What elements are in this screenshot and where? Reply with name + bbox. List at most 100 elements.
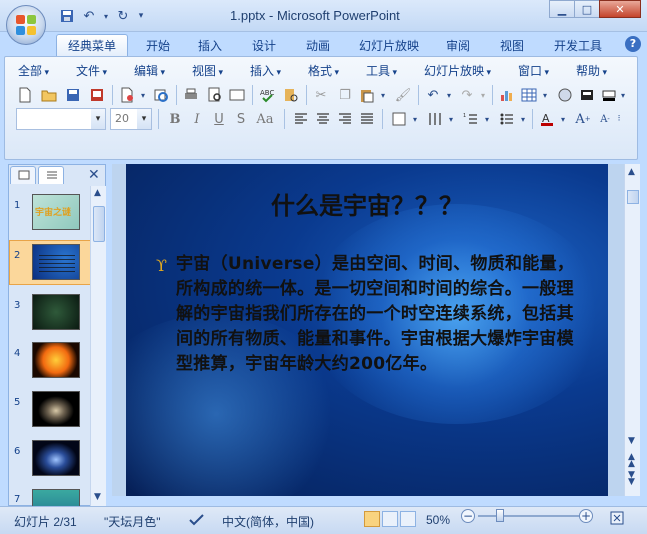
normal-view-button[interactable] [364, 511, 380, 527]
layout-icon[interactable] [226, 84, 248, 106]
undo-icon[interactable]: ↶ [80, 7, 98, 25]
language-status[interactable]: 中文(简体，中国) [222, 513, 314, 530]
paste-icon[interactable] [356, 84, 378, 106]
menu-tools[interactable]: 工具 [366, 62, 397, 79]
slide-thumbnail-3[interactable] [32, 294, 80, 330]
slide-thumbnail-6[interactable] [32, 440, 80, 476]
email-dropdown-icon[interactable]: ▾ [138, 84, 148, 106]
undo-toolbar-dropdown-icon[interactable]: ▾ [444, 84, 454, 106]
insert-table-icon[interactable] [518, 84, 540, 106]
align-right-icon[interactable] [334, 108, 356, 130]
text-direction-dropdown-icon[interactable]: ▾ [410, 108, 420, 130]
minimize-button[interactable]: ▁ [549, 0, 575, 18]
menu-format[interactable]: 格式 [308, 62, 339, 79]
print-icon[interactable] [180, 84, 202, 106]
slide-thumbnail-2[interactable] [32, 244, 80, 280]
menu-file[interactable]: 文件 [76, 62, 107, 79]
columns-dropdown-icon[interactable]: ▾ [446, 108, 456, 130]
scroll-down-icon[interactable]: ▼ [628, 436, 635, 446]
tab-design[interactable]: 设计 [244, 34, 284, 56]
tab-classic-menu[interactable]: 经典菜单 [56, 34, 128, 56]
slide-canvas[interactable]: 什么是宇宙？？？ ϒ 宇宙（Universe）是由空间、时间、物质和能量，所构成… [126, 164, 608, 496]
print-preview-icon[interactable] [204, 84, 226, 106]
zoom-level[interactable]: 50% [426, 513, 450, 527]
redo-icon[interactable]: ↻ [114, 7, 132, 25]
menu-view[interactable]: 视图 [192, 62, 223, 79]
align-center-icon[interactable] [312, 108, 334, 130]
help-icon[interactable]: ? [625, 36, 641, 52]
zoom-in-button[interactable]: + [579, 509, 593, 523]
menu-help[interactable]: 帮助 [576, 62, 607, 79]
slideshow-view-button[interactable] [400, 511, 416, 527]
numbering-icon[interactable]: 1 [460, 108, 482, 130]
font-name-combo[interactable]: ▾ [16, 108, 106, 130]
tab-home[interactable]: 开始 [138, 34, 178, 56]
decrease-font-icon[interactable]: A- [594, 108, 616, 130]
outline-tab[interactable] [38, 166, 64, 184]
columns-icon[interactable] [424, 108, 446, 130]
cut-icon[interactable]: ✂ [310, 84, 332, 106]
slides-tab[interactable] [10, 166, 36, 184]
redo-toolbar-icon[interactable]: ↷ [456, 84, 478, 106]
italic-button[interactable]: I [186, 108, 208, 130]
paste-dropdown-icon[interactable]: ▾ [378, 84, 388, 106]
slide-thumbnail-5[interactable] [32, 391, 80, 427]
office-button[interactable] [6, 5, 46, 45]
slide-thumbnail-1[interactable]: 宇宙之谜 [32, 194, 80, 230]
zoom-slider[interactable] [478, 515, 580, 517]
permission-icon[interactable] [86, 84, 108, 106]
tab-animation[interactable]: 动画 [298, 34, 338, 56]
justify-icon[interactable] [356, 108, 378, 130]
slide-thumbnail-4[interactable] [32, 342, 80, 378]
align-left-icon[interactable] [290, 108, 312, 130]
bullets-icon[interactable] [496, 108, 518, 130]
zoom-out-button[interactable]: − [461, 509, 475, 523]
text-direction-icon[interactable] [388, 108, 410, 130]
font-color-icon[interactable]: A [536, 108, 558, 130]
open-icon[interactable] [38, 84, 60, 106]
shadow-button[interactable]: S [230, 108, 252, 130]
redo-toolbar-dropdown-icon[interactable]: ▾ [478, 84, 488, 106]
customize-qat-icon[interactable]: ▾ [136, 7, 146, 25]
slide-sorter-view-button[interactable] [382, 511, 398, 527]
scroll-thumb[interactable] [627, 190, 639, 204]
close-button[interactable]: ✕ [599, 0, 641, 18]
table-dropdown-icon[interactable]: ▾ [540, 84, 550, 106]
clipart-icon[interactable] [554, 84, 576, 106]
insert-chart-icon[interactable] [496, 84, 518, 106]
change-case-button[interactable]: Aa [252, 108, 278, 130]
undo-dropdown-icon[interactable]: ▾ [102, 7, 110, 25]
menu-window[interactable]: 窗口 [518, 62, 549, 79]
slide-scrollbar[interactable]: ▲ ▼ ▲ ▲ ▼ ▼ [624, 164, 640, 496]
email-icon[interactable] [116, 84, 138, 106]
close-panel-icon[interactable]: ✕ [88, 167, 100, 183]
font-color-dropdown-icon[interactable]: ▾ [558, 108, 568, 130]
menu-slideshow[interactable]: 幻灯片放映 [424, 62, 491, 79]
fill-color-dropdown-icon[interactable]: ▾ [618, 84, 628, 106]
zoom-slider-knob[interactable] [496, 509, 504, 522]
spellcheck-icon[interactable] [188, 513, 206, 530]
maximize-button[interactable]: □ [574, 0, 600, 18]
slide-title[interactable]: 什么是宇宙？？？ [126, 186, 608, 221]
numbering-dropdown-icon[interactable]: ▾ [482, 108, 492, 130]
tab-insert[interactable]: 插入 [190, 34, 230, 56]
undo-toolbar-icon[interactable]: ↶ [422, 84, 444, 106]
menu-edit[interactable]: 编辑 [134, 62, 165, 79]
thumbnails-scrollbar[interactable]: ▲ ▼ [90, 186, 106, 506]
format-painter-icon[interactable]: 🖌 [392, 84, 414, 106]
color-grayscale-icon[interactable] [576, 84, 598, 106]
bullets-dropdown-icon[interactable]: ▾ [518, 108, 528, 130]
research-icon[interactable] [280, 84, 302, 106]
previous-slide-icon[interactable]: ▲ ▲ [628, 453, 635, 469]
new-icon[interactable] [14, 84, 36, 106]
tab-view[interactable]: 视图 [492, 34, 532, 56]
fit-to-window-icon[interactable] [609, 510, 625, 529]
tab-review[interactable]: 审阅 [438, 34, 478, 56]
fill-color-icon[interactable] [598, 84, 620, 106]
increase-font-icon[interactable]: A + [572, 108, 594, 130]
scroll-up-icon[interactable]: ▲ [628, 167, 635, 177]
tab-developer[interactable]: 开发工具 [546, 34, 610, 56]
publish-icon[interactable] [150, 84, 172, 106]
chevron-down-icon[interactable]: ▾ [91, 109, 105, 129]
scroll-thumb[interactable] [93, 206, 105, 242]
